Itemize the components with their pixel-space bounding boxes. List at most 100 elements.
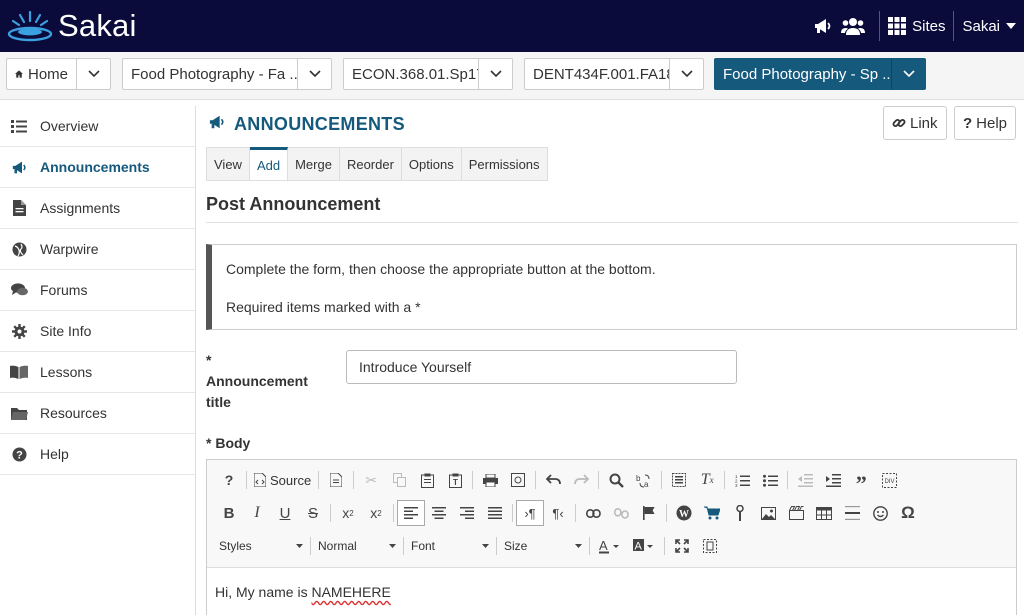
question-icon: ?	[8, 445, 30, 463]
print-icon[interactable]	[476, 467, 504, 493]
sites-button[interactable]: Sites	[888, 17, 945, 35]
announcement-title-input[interactable]	[346, 350, 737, 384]
nav-item-forums[interactable]: Forums	[0, 270, 195, 311]
outdent-icon[interactable]	[791, 467, 819, 493]
format-select[interactable]: Normal	[314, 534, 400, 558]
horizontal-line-icon[interactable]	[838, 500, 866, 526]
align-center-icon[interactable]	[425, 500, 453, 526]
tab-options[interactable]: Options	[401, 147, 462, 181]
size-select[interactable]: Size	[500, 534, 586, 558]
divider	[661, 471, 663, 489]
site-tab-dropdown[interactable]	[478, 59, 512, 89]
tab-view[interactable]: View	[206, 147, 250, 181]
remove-format-icon[interactable]: Tx	[693, 467, 721, 493]
font-select[interactable]: Font	[407, 534, 493, 558]
tab-merge[interactable]: Merge	[288, 147, 340, 181]
subscript-icon[interactable]: x2	[334, 500, 362, 526]
background-color-icon[interactable]: A	[627, 533, 661, 559]
styles-select[interactable]: Styles	[215, 534, 307, 558]
user-menu-button[interactable]: Sakai	[962, 18, 1016, 35]
italic-icon[interactable]: I	[243, 500, 271, 526]
tab-add[interactable]: Add	[249, 147, 289, 181]
site-tab-dent[interactable]: DENT434F.001.FA18	[524, 58, 704, 90]
site-tab-label: Food Photography - Fa ...	[131, 65, 297, 83]
nav-item-label: Site Info	[40, 323, 92, 339]
unlink-icon[interactable]	[607, 500, 635, 526]
blockquote-icon[interactable]: ”	[847, 467, 875, 496]
table-icon[interactable]	[810, 500, 838, 526]
help-button[interactable]: ? Help	[954, 106, 1017, 140]
special-char-icon[interactable]: Ω	[894, 500, 922, 526]
tab-reorder[interactable]: Reorder	[339, 147, 402, 181]
nav-item-site-info[interactable]: Site Info	[0, 311, 195, 352]
image-icon[interactable]	[754, 500, 782, 526]
divider	[953, 11, 955, 41]
link-button[interactable]: Link	[883, 106, 947, 140]
info-pin-icon[interactable]	[726, 500, 754, 526]
numbered-list-icon[interactable]: 123	[728, 467, 756, 493]
shopping-cart-icon[interactable]	[698, 500, 726, 526]
strikethrough-icon[interactable]: S	[299, 500, 327, 526]
cut-icon[interactable]: ✂	[357, 467, 385, 493]
anchor-flag-icon[interactable]	[635, 500, 663, 526]
bold-icon[interactable]: B	[215, 500, 243, 526]
tab-permissions[interactable]: Permissions	[461, 147, 548, 181]
site-tab-dropdown[interactable]	[891, 59, 925, 89]
templates-icon[interactable]	[504, 467, 532, 493]
indent-icon[interactable]	[819, 467, 847, 493]
redo-icon[interactable]	[567, 467, 595, 493]
sakai-logo[interactable]: Sakai	[6, 8, 137, 44]
site-tab-dropdown[interactable]	[76, 59, 110, 89]
nav-item-label: Lessons	[40, 364, 93, 380]
editor-content[interactable]: Hi, My name is NAMEHERE	[215, 584, 391, 600]
nav-item-announcements[interactable]: Announcements	[0, 147, 195, 188]
source-button[interactable]: Source	[250, 467, 315, 493]
nav-item-assignments[interactable]: Assignments	[0, 188, 195, 229]
site-tab-home[interactable]: Home	[6, 58, 111, 90]
site-tab-econ[interactable]: ECON.368.01.Sp17	[343, 58, 513, 90]
paste-icon[interactable]	[413, 467, 441, 493]
align-right-icon[interactable]	[453, 500, 481, 526]
nav-item-lessons[interactable]: Lessons	[0, 352, 195, 393]
align-justify-icon[interactable]	[481, 500, 509, 526]
underline-icon[interactable]: U	[271, 500, 299, 526]
find-icon[interactable]	[602, 467, 630, 493]
show-blocks-icon[interactable]	[696, 533, 724, 559]
new-page-icon[interactable]	[322, 467, 350, 493]
site-tab-dropdown[interactable]	[669, 59, 703, 89]
users-icon[interactable]	[841, 14, 866, 38]
maximize-icon[interactable]	[668, 533, 696, 559]
wordpress-icon[interactable]: W	[670, 500, 698, 526]
bulleted-list-icon[interactable]	[756, 467, 784, 493]
editor-help-icon[interactable]: ?	[215, 467, 243, 493]
site-tab-food-photography-sp[interactable]: Food Photography - Sp ...	[714, 58, 926, 90]
copy-icon[interactable]	[385, 467, 413, 493]
text-color-icon[interactable]: A	[593, 533, 627, 559]
site-tab-dropdown[interactable]	[297, 59, 331, 89]
nav-item-overview[interactable]: Overview	[0, 106, 195, 147]
superscript-icon[interactable]: x2	[362, 500, 390, 526]
smiley-icon[interactable]	[866, 500, 894, 526]
caret-down-icon	[575, 544, 582, 548]
div-container-icon[interactable]: DIV	[875, 467, 903, 493]
site-tab-food-photography-fa[interactable]: Food Photography - Fa ...	[122, 58, 332, 90]
question-icon: ?	[963, 114, 973, 132]
svg-text:W: W	[679, 509, 689, 520]
align-left-icon[interactable]	[397, 500, 425, 526]
file-icon	[8, 199, 30, 217]
undo-icon[interactable]	[539, 467, 567, 493]
paste-text-icon[interactable]: T	[441, 467, 469, 493]
link-icon[interactable]	[579, 500, 607, 526]
announcement-title-label: * Announcement title	[206, 350, 326, 413]
nav-item-resources[interactable]: Resources	[0, 393, 195, 434]
rtl-direction-icon[interactable]: ¶‹	[544, 500, 572, 526]
video-icon[interactable]	[782, 500, 810, 526]
select-all-icon[interactable]	[665, 467, 693, 493]
megaphone-icon[interactable]	[811, 14, 835, 38]
nav-item-warpwire[interactable]: Warpwire	[0, 229, 195, 270]
replace-icon[interactable]: ba	[630, 467, 658, 493]
grid-icon	[888, 17, 907, 35]
ltr-direction-icon[interactable]: ›¶	[516, 500, 544, 526]
sakai-logo-icon	[7, 10, 53, 42]
nav-item-help[interactable]: ? Help	[0, 434, 195, 475]
